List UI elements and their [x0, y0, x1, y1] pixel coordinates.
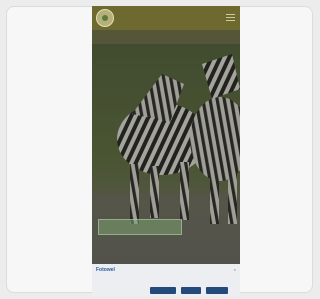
hero-cta-button[interactable]: [98, 219, 182, 235]
cookie-reject-button[interactable]: [181, 287, 201, 294]
cookie-button-group: [150, 287, 228, 294]
cookie-consent-banner: Fotowel ×: [92, 264, 240, 296]
mobile-page-preview: Fotowel ×: [92, 6, 240, 296]
cookie-settings-button[interactable]: [150, 287, 176, 294]
main-navigation: [92, 30, 240, 44]
menu-icon[interactable]: [226, 14, 235, 21]
logo-icon[interactable]: [96, 9, 114, 27]
close-icon[interactable]: ×: [234, 267, 236, 272]
cookie-banner-title: Fotowel: [96, 267, 115, 273]
site-header: [92, 6, 240, 30]
hero-image-zebras: [92, 44, 240, 264]
cookie-accept-button[interactable]: [206, 287, 228, 294]
